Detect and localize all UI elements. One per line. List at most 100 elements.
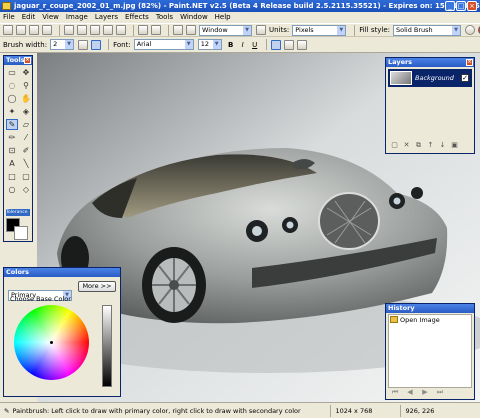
- open-icon[interactable]: [16, 25, 26, 35]
- select-rectangle-icon[interactable]: ▭: [6, 67, 18, 78]
- layer-row[interactable]: Background ✓: [388, 69, 472, 87]
- layers-title-bar: Layers ×: [386, 58, 474, 67]
- more-button[interactable]: More >>: [78, 281, 116, 292]
- font-size-combo[interactable]: 12 ▼: [197, 39, 222, 50]
- secondary-color-swatch[interactable]: [14, 226, 28, 240]
- chevron-down-icon: ▼: [452, 25, 460, 35]
- maximize-button[interactable]: □: [456, 1, 466, 11]
- layer-name: Background: [415, 74, 454, 82]
- paste-icon[interactable]: [90, 25, 100, 35]
- underline-button[interactable]: U: [250, 40, 260, 50]
- delete-layer-icon[interactable]: ✕: [402, 141, 411, 150]
- bold-button[interactable]: B: [226, 40, 236, 50]
- zoom-window-combo[interactable]: Window ▼: [199, 24, 252, 36]
- value-slider[interactable]: [102, 305, 112, 387]
- rewind-icon[interactable]: ⏮: [390, 388, 400, 397]
- history-item-label: Open Image: [400, 315, 440, 324]
- minimize-button[interactable]: _: [445, 1, 455, 11]
- separator: [133, 24, 134, 36]
- menu-file[interactable]: File: [3, 12, 15, 23]
- history-list[interactable]: Open Image: [388, 314, 472, 388]
- zoom-window-value: Window: [202, 25, 228, 34]
- zoom-icon[interactable]: ⚲: [20, 80, 32, 91]
- print-icon[interactable]: [42, 25, 52, 35]
- chevron-down-icon: ▼: [65, 40, 74, 49]
- redo-icon[interactable]: [151, 25, 161, 35]
- zoom-out-icon[interactable]: [186, 25, 196, 35]
- menu-image[interactable]: Image: [66, 12, 88, 23]
- layer-visibility-checkbox[interactable]: ✓: [461, 74, 469, 82]
- font-value: Arial: [136, 40, 152, 48]
- units-label: Units:: [269, 26, 290, 34]
- paintbrush-icon[interactable]: ✎: [6, 119, 18, 130]
- layer-properties-icon[interactable]: ▣: [450, 141, 459, 150]
- align-right-icon[interactable]: [296, 39, 307, 50]
- rounded-rectangle-icon[interactable]: ▢: [20, 171, 32, 182]
- undo-icon[interactable]: ◀: [405, 388, 415, 397]
- duplicate-layer-icon[interactable]: ⧉: [414, 141, 423, 150]
- brush-width-combo[interactable]: 2 ▼: [50, 39, 75, 50]
- color-wheel-cursor[interactable]: [50, 341, 53, 344]
- ellipse-icon[interactable]: ○: [6, 184, 18, 195]
- color-picker-icon[interactable]: ⁄: [20, 132, 32, 143]
- fast-forward-icon[interactable]: ⏭: [435, 388, 445, 397]
- cut-icon[interactable]: [64, 25, 74, 35]
- tools-title: Tools: [6, 56, 25, 64]
- undo-icon[interactable]: [138, 25, 148, 35]
- align-left-icon[interactable]: [270, 39, 281, 50]
- clone-stamp-icon[interactable]: ⊡: [6, 145, 18, 156]
- menu-window[interactable]: Window: [180, 12, 208, 23]
- new-icon[interactable]: [3, 25, 13, 35]
- deselect-icon[interactable]: [116, 25, 126, 35]
- menu-tools[interactable]: Tools: [156, 12, 173, 23]
- freeform-shape-icon[interactable]: ◇: [20, 184, 32, 195]
- fill-style-combo[interactable]: Solid Brush ▼: [393, 24, 461, 36]
- separator: [59, 24, 60, 36]
- ellipse-select-icon[interactable]: ◯: [6, 93, 18, 104]
- menu-effects[interactable]: Effects: [125, 12, 149, 23]
- recolor-icon[interactable]: ✐: [20, 145, 32, 156]
- close-icon[interactable]: ×: [24, 57, 31, 64]
- chevron-down-icon: ▼: [184, 40, 193, 49]
- tools-window: Tools × ▭ ✥ ◌ ⚲ ◯ ✋ ✦ ◈ ✎ ▱ ✏ ⁄ ⊡ ✐ A ╲ …: [3, 55, 33, 242]
- save-icon[interactable]: [29, 25, 39, 35]
- tool-grid: ▭ ✥ ◌ ⚲ ◯ ✋ ✦ ◈ ✎ ▱ ✏ ⁄ ⊡ ✐ A ╲ □ ▢ ○ ◇: [4, 65, 32, 197]
- grid-icon[interactable]: [256, 25, 266, 35]
- add-layer-icon[interactable]: ▢: [390, 141, 399, 150]
- text-icon[interactable]: A: [6, 158, 18, 169]
- units-combo[interactable]: Pixels ▼: [292, 24, 347, 36]
- separator: [265, 39, 267, 50]
- zoom-in-icon[interactable]: [173, 25, 183, 35]
- copy-icon[interactable]: [77, 25, 87, 35]
- menu-view[interactable]: View: [42, 12, 59, 23]
- redo-icon[interactable]: ▶: [420, 388, 430, 397]
- paint-bucket-icon[interactable]: ◈: [20, 106, 32, 117]
- magic-wand-icon[interactable]: ✦: [6, 106, 18, 117]
- move-down-icon[interactable]: ↓: [438, 141, 447, 150]
- eraser-icon[interactable]: ▱: [20, 119, 32, 130]
- history-window: History Open Image ⏮ ◀ ▶ ⏭: [385, 303, 475, 400]
- menu-help[interactable]: Help: [215, 12, 231, 23]
- pan-icon[interactable]: ✋: [20, 93, 32, 104]
- lasso-icon[interactable]: ◌: [6, 80, 18, 91]
- menu-edit[interactable]: Edit: [22, 12, 36, 23]
- move-icon[interactable]: ✥: [20, 67, 32, 78]
- line-style-icon[interactable]: [91, 39, 102, 50]
- history-title: History: [388, 304, 415, 312]
- align-center-icon[interactable]: [283, 39, 294, 50]
- line-icon[interactable]: ╲: [20, 158, 32, 169]
- history-item[interactable]: Open Image: [389, 315, 471, 324]
- brush-style-icon[interactable]: [78, 39, 89, 50]
- antialias-icon[interactable]: [465, 25, 475, 35]
- italic-button[interactable]: I: [238, 40, 248, 50]
- close-icon[interactable]: ×: [466, 59, 473, 66]
- brush-width-value: 2: [53, 40, 58, 48]
- move-up-icon[interactable]: ↑: [426, 141, 435, 150]
- rectangle-icon[interactable]: □: [6, 171, 18, 182]
- pencil-icon[interactable]: ✏: [6, 132, 18, 143]
- menu-layers[interactable]: Layers: [95, 12, 118, 23]
- close-button[interactable]: ×: [467, 1, 477, 11]
- status-bar: ✎ Paintbrush: Left click to draw with pr…: [0, 402, 480, 418]
- font-combo[interactable]: Arial ▼: [133, 39, 194, 50]
- crop-icon[interactable]: [103, 25, 113, 35]
